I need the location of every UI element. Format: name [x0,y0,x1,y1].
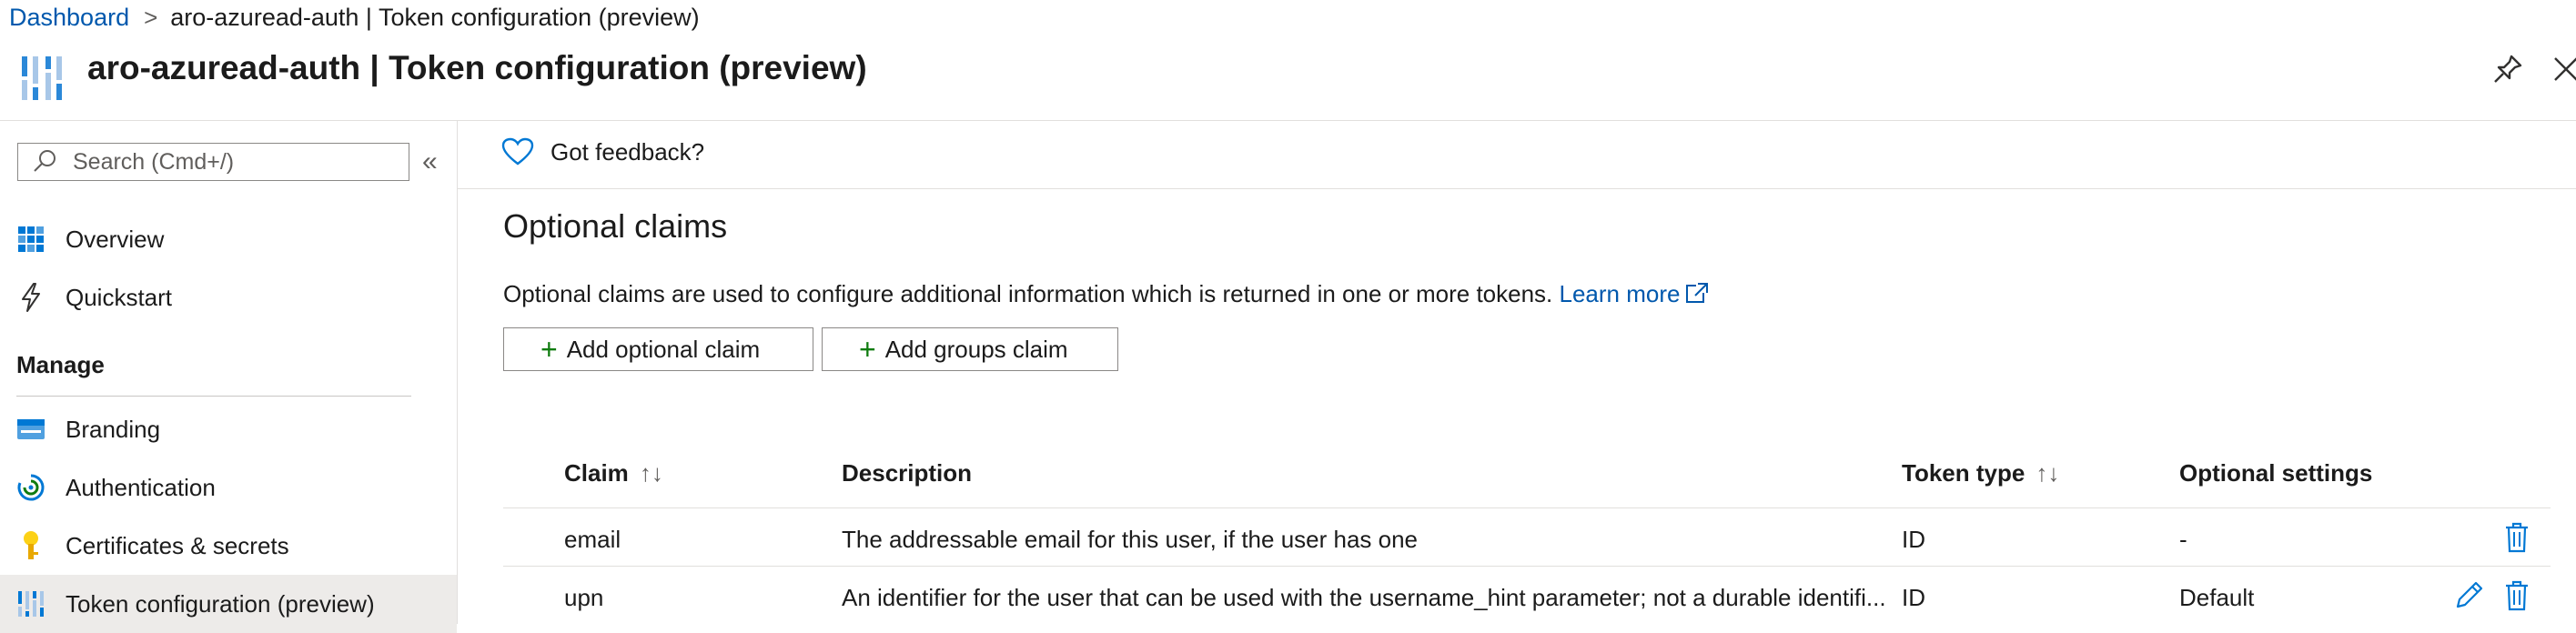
column-header-claim[interactable]: Claim ↑↓ [564,459,663,487]
sidebar-item-label: Certificates & secrets [66,531,289,559]
section-description: Optional claims are used to configure ad… [503,280,1709,308]
section-heading: Optional claims [503,207,728,245]
sidebar: « Overview Quickstart Manage [0,121,458,633]
lightning-icon [15,281,47,314]
table-row-divider [503,566,2551,567]
sidebar-item-certificates-secrets[interactable]: Certificates & secrets [0,517,457,575]
feedback-button[interactable]: Got feedback? [501,137,704,166]
sidebar-section-manage: Manage [16,351,105,378]
breadcrumb-current: aro-azuread-auth | Token configuration (… [170,3,700,31]
add-optional-claim-button[interactable]: + Add optional claim [503,327,813,371]
button-label: Add groups claim [884,335,1068,363]
delete-icon[interactable] [2502,521,2531,554]
overview-grid-icon [15,223,47,256]
column-header-optional-settings: Optional settings [2179,459,2372,487]
column-header-token-type[interactable]: Token type ↑↓ [1902,459,2059,487]
description-text: Optional claims are used to configure ad… [503,280,1553,307]
token-config-icon [15,588,47,620]
column-label: Optional settings [2179,459,2373,487]
page-title: aro-azuread-auth | Token configuration (… [87,49,867,86]
branding-icon [15,413,47,446]
table-header-divider [503,507,2551,508]
sort-icon[interactable]: ↑↓ [2036,459,2059,487]
add-groups-claim-button[interactable]: + Add groups claim [822,327,1118,371]
column-label: Description [842,459,973,487]
breadcrumb-dashboard-link[interactable]: Dashboard [9,4,129,32]
sidebar-item-label: Quickstart [66,283,173,311]
breadcrumb: Dashboard > aro-azuread-auth | Token con… [9,0,700,35]
column-label: Token type [1902,459,2025,487]
breadcrumb-separator: > [144,3,158,31]
key-icon [15,529,47,562]
command-bar: Got feedback? [458,121,2576,189]
sidebar-item-authentication[interactable]: Authentication [0,458,457,517]
search-box[interactable] [17,143,409,181]
sidebar-item-label: Token configuration (preview) [66,589,375,618]
sidebar-item-label: Overview [66,225,165,253]
learn-more-label: Learn more [1559,280,1681,307]
sidebar-item-overview[interactable]: Overview [0,210,457,268]
sidebar-item-quickstart[interactable]: Quickstart [0,268,457,327]
app-registration-icon [22,56,62,100]
cell-token-type: ID [1902,584,1925,611]
close-icon[interactable] [2548,51,2576,87]
feedback-label: Got feedback? [551,137,705,166]
sort-icon[interactable]: ↑↓ [640,459,663,487]
plus-icon: + [859,333,876,366]
cell-token-type: ID [1902,526,1925,553]
search-icon [34,150,56,172]
plus-icon: + [540,333,558,366]
learn-more-link[interactable]: Learn more [1560,280,1710,307]
edit-icon[interactable] [2452,579,2485,612]
column-label: Claim [564,459,629,487]
sidebar-item-token-configuration[interactable]: Token configuration (preview) [0,575,457,633]
external-link-icon [1686,283,1709,303]
authentication-icon [15,471,47,504]
sidebar-item-branding[interactable]: Branding [0,400,457,458]
delete-icon[interactable] [2502,579,2531,612]
blade-header: aro-azuread-auth | Token configuration (… [0,36,2576,121]
sidebar-item-label: Authentication [66,473,216,501]
cell-claim: email [564,526,621,553]
section-divider [16,396,411,397]
cell-optional-settings: Default [2179,584,2255,611]
cell-optional-settings: - [2179,526,2187,553]
collapse-sidebar-button[interactable]: « [422,146,448,179]
cell-claim: upn [564,584,604,611]
button-label: Add optional claim [566,335,761,363]
heart-icon [501,137,534,166]
column-header-description: Description [842,459,972,487]
pin-icon[interactable] [2490,51,2526,87]
search-input[interactable] [71,147,402,176]
cell-description: The addressable email for this user, if … [842,526,1419,553]
sidebar-item-label: Branding [66,415,161,443]
cell-description: An identifier for the user that can be u… [842,584,1886,611]
